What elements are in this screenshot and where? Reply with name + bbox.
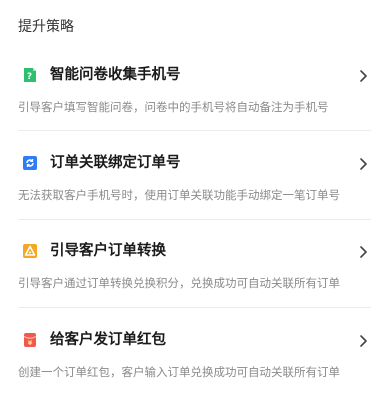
strategy-panel: 提升策略 ? 智能问卷收集手机号 引导客户填写智能问卷，问卷中的手机号将自动备注… [0, 0, 391, 398]
strategy-title: 订单关联绑定订单号 [50, 155, 181, 171]
strategy-title: 智能问卷收集手机号 [50, 67, 181, 83]
section-title: 提升策略 [18, 19, 74, 35]
svg-text:¥: ¥ [28, 339, 33, 347]
strategy-title: 引导客户订单转换 [50, 243, 166, 259]
strategy-description: 引导客户通过订单转换兑换积分，兑换成功可自动关联所有订单 [18, 276, 340, 290]
divider [18, 130, 371, 131]
strategy-title: 给客户发订单红包 [50, 332, 166, 348]
chevron-right-icon[interactable] [358, 244, 370, 258]
chevron-right-icon[interactable] [358, 333, 370, 347]
strategy-item-order-convert[interactable]: 引导客户订单转换 引导客户通过订单转换兑换积分，兑换成功可自动关联所有订单 [0, 243, 391, 331]
chevron-right-icon[interactable] [358, 156, 370, 170]
strategy-description: 创建一个订单红包，客户输入订单兑换成功可自动关联所有订单 [18, 365, 340, 379]
order-link-icon [22, 155, 38, 171]
questionnaire-icon: ? [22, 67, 38, 83]
order-convert-icon [22, 243, 38, 259]
strategy-description: 引导客户填写智能问卷，问卷中的手机号将自动备注为手机号 [18, 100, 329, 114]
strategy-description: 无法获取客户手机号时，使用订单关联功能手动绑定一笔订单号 [18, 188, 340, 202]
divider [18, 219, 371, 220]
divider [18, 307, 371, 308]
svg-text:?: ? [27, 72, 32, 82]
strategy-item-order-link[interactable]: 订单关联绑定订单号 无法获取客户手机号时，使用订单关联功能手动绑定一笔订单号 [0, 155, 391, 243]
chevron-right-icon[interactable] [358, 68, 370, 82]
strategy-item-questionnaire[interactable]: ? 智能问卷收集手机号 引导客户填写智能问卷，问卷中的手机号将自动备注为手机号 [0, 67, 391, 155]
red-packet-icon: ¥ [22, 332, 38, 348]
strategy-item-red-packet[interactable]: ¥ 给客户发订单红包 创建一个订单红包，客户输入订单兑换成功可自动关联所有订单 [0, 332, 391, 420]
